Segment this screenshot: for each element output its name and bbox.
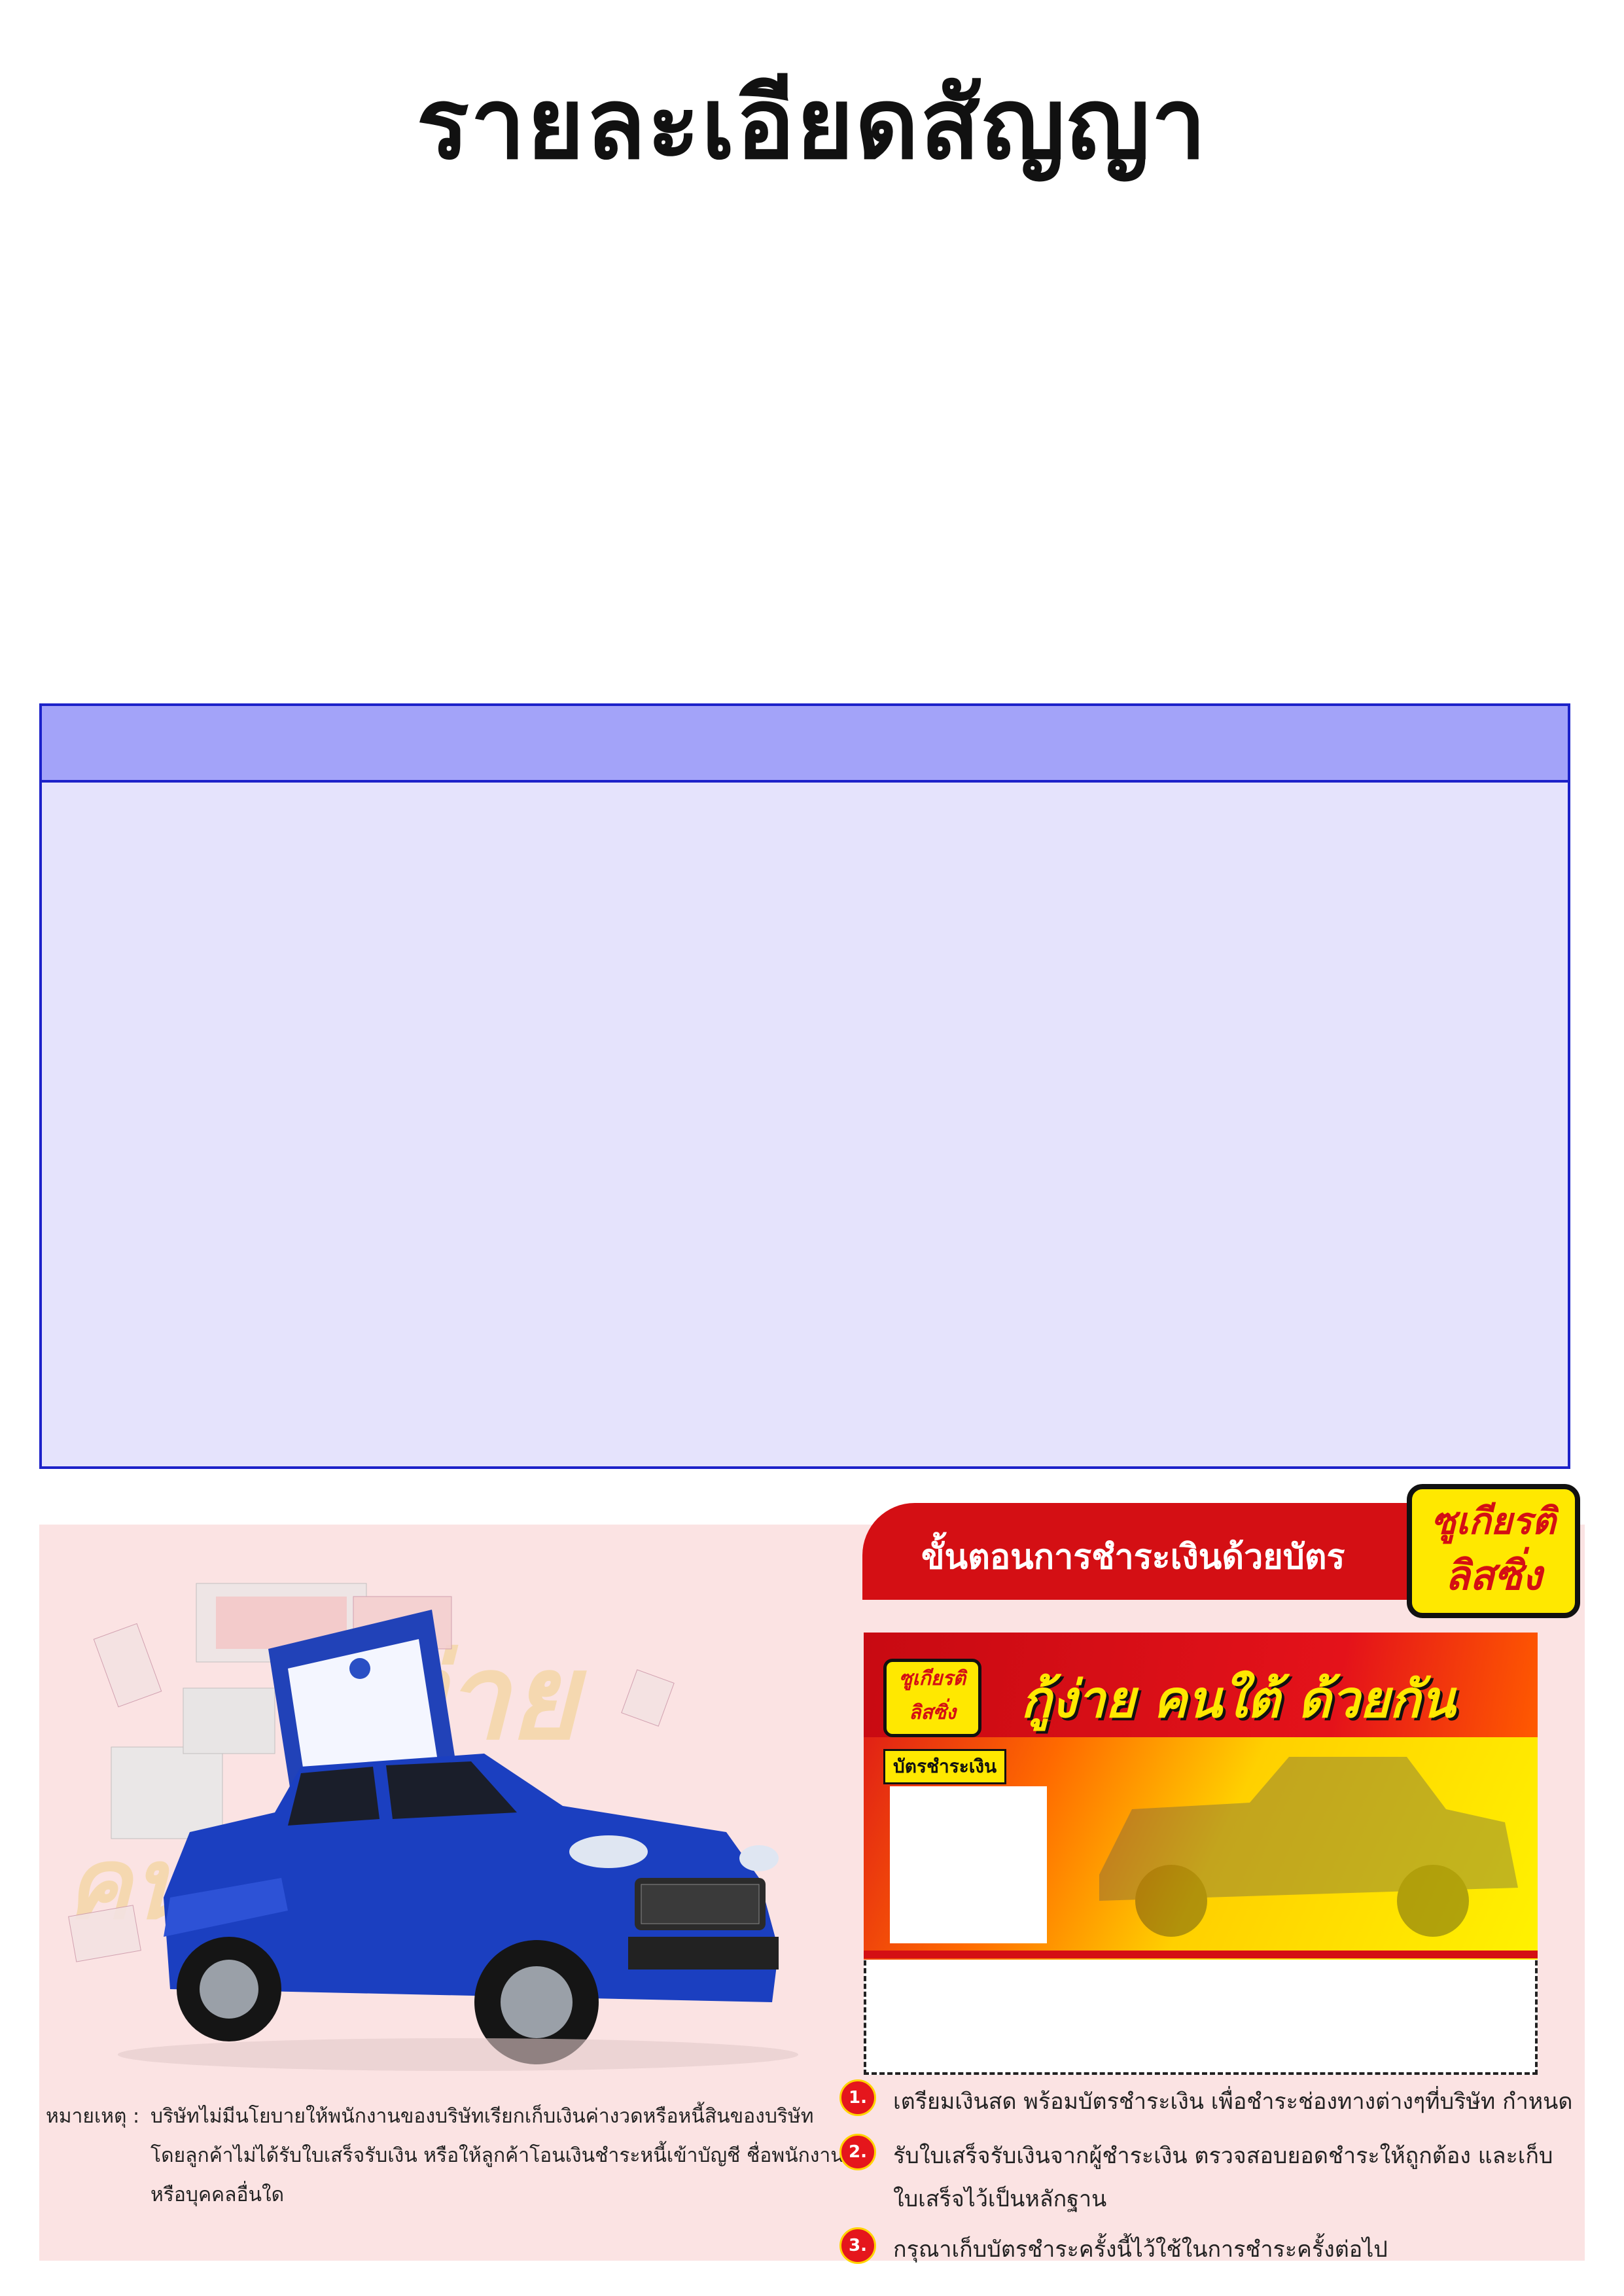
truck-illustration — [68, 1583, 798, 2071]
step-number-badge: 1. — [839, 2079, 876, 2116]
card-logo: ซูเกียรติ ลิสซิ่ง — [883, 1659, 981, 1737]
card-logo-line2: ลิสซิ่ง — [909, 1701, 956, 1724]
card-bottom-line — [864, 1951, 1538, 1958]
note-label: หมายเหตุ : — [46, 2105, 140, 2128]
card-blank-area — [890, 1786, 1047, 1943]
payment-steps-title: ขั้นตอนการชำระเงินด้วยบัตร — [921, 1538, 1345, 1577]
note-line-3: หรือบุคคลอื่นใด — [150, 2183, 285, 2206]
contract-details-header — [42, 706, 1568, 783]
brand-logo: ซูเกียรติ ลิสซิ่ง — [1407, 1484, 1580, 1618]
card-label: บัตรชำระเงิน — [883, 1749, 1007, 1784]
step-text-continued: ใบเสร็จไว้เป็นหลักฐาน — [893, 2186, 1107, 2212]
step-text: รับใบเสร็จรับเงินจากผู้ชำระเงิน ตรวจสอบย… — [893, 2143, 1553, 2169]
brand-logo-line2: ลิสซิ่ง — [1445, 1551, 1542, 1599]
brand-logo-line1: ซูเกียรติ — [1431, 1500, 1556, 1543]
card-slogan: กู้ง่าย คนใต้ ด้วยกัน — [1021, 1670, 1456, 1729]
step-text: กรุณาเก็บบัตรชำระครั้งนี้ไว้ใช้ในการชำระ… — [893, 2236, 1388, 2263]
contract-details-box — [39, 703, 1570, 1469]
note-line-2: โดยลูกค้าไม่ได้รับใบเสร็จรับเงิน หรือให้… — [150, 2144, 844, 2167]
page-title: รายละเอียดสัญญา — [416, 67, 1208, 181]
card-logo-line1: ซูเกียรติ — [899, 1667, 966, 1690]
step-number-badge: 3. — [839, 2227, 876, 2264]
payment-card: ซูเกียรติ ลิสซิ่ง กู้ง่าย คนใต้ ด้วยกัน … — [864, 1633, 1538, 1960]
note-line-1: บริษัทไม่มีนโยบายให้พนักงานของบริษัทเรีย… — [150, 2105, 814, 2128]
card-truck-image — [1099, 1757, 1518, 1937]
step-text: เตรียมเงินสด พร้อมบัตรชำระเงิน เพื่อชำระ… — [893, 2089, 1573, 2115]
step-number-badge: 2. — [839, 2134, 876, 2170]
